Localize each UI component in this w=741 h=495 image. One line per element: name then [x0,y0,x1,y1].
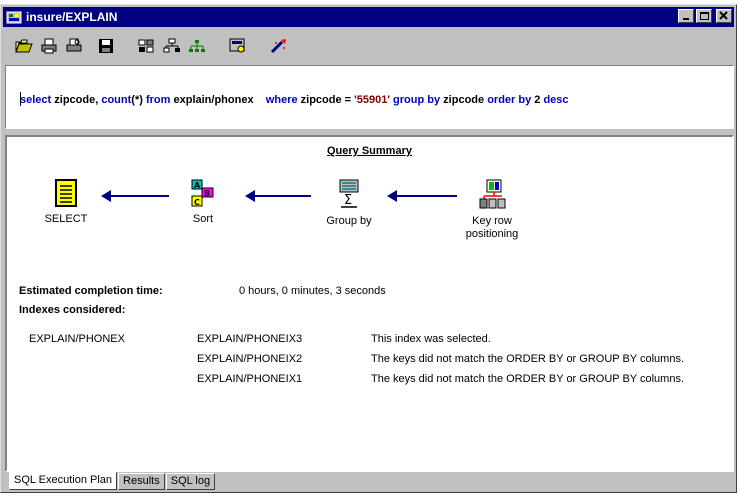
tab-results[interactable]: Results [118,473,165,490]
document-icon [55,179,77,207]
sql-identifier: (*) [131,94,143,106]
table-name: EXPLAIN/PHONEX [29,333,125,345]
sum-icon: Σ [339,179,359,208]
sql-keyword: order by [487,94,532,106]
sql-identifier: zipcode = [300,94,352,106]
sql-identifier: zipcode [443,94,485,106]
index-name: EXPLAIN/PHONEIX1 [197,373,303,385]
hierarchy-button[interactable] [161,35,183,57]
tab-sql-log[interactable]: SQL log [165,473,216,490]
query-summary-title: Query Summary [327,145,412,157]
app-window: insure/EXPLAIN select zipcode, count(*) … [0,4,737,493]
plan-node-label: Key row positioning [455,215,529,241]
settings-button[interactable] [227,35,249,57]
sql-keyword: from [145,94,171,106]
index-name: EXPLAIN/PHONEIX3 [197,333,303,345]
plan-node-label-line: Key row [472,215,512,227]
index-note: The keys did not match the ORDER BY or G… [371,353,685,365]
window-title: insure/EXPLAIN [26,10,118,24]
tree-icon [189,40,205,52]
save-icon [99,39,113,53]
print-preview-icon [66,38,82,52]
title-bar[interactable]: insure/EXPLAIN [3,7,734,27]
tab-sql-execution-plan[interactable]: SQL Execution Plan [9,472,118,490]
execution-plan-panel: Query Summary SELECT A B C Sort Σ Group … [5,135,734,472]
completion-time-label: Estimated completion time: [19,285,163,297]
sql-keyword: select [20,94,52,106]
sql-identifier: zipcode, [54,94,99,106]
plan-node-label: Group by [326,215,372,227]
index-button[interactable] [136,35,158,57]
indexes-considered-label: Indexes considered: [19,304,126,316]
sort-icon: A B C [191,179,214,207]
index-tree-icon [479,179,506,209]
run-button[interactable] [268,35,290,57]
sql-keyword: count [101,94,132,106]
svg-text:Σ: Σ [344,193,352,208]
plan-node-label: Sort [192,213,214,225]
toolbar [3,30,734,62]
sql-keyword: desc [543,94,569,106]
sql-string: '55901' [354,94,390,106]
index-note: This index was selected. [371,333,491,345]
close-button[interactable] [716,9,732,23]
bottom-tab-strip: SQL Execution Plan Results SQL log [9,472,216,491]
svg-text:A: A [194,181,201,190]
print-icon [41,38,57,54]
index-note: The keys did not match the ORDER BY or G… [371,373,685,385]
app-icon [6,11,22,24]
plan-node-sort[interactable]: A B C Sort [183,179,223,226]
flow-arrow [101,190,169,202]
open-folder-icon [15,39,33,53]
sql-statement: select zipcode, count(*) from explain/ph… [20,94,569,106]
plan-node-key-row-positioning[interactable]: Key row positioning [455,179,529,241]
plan-node-select[interactable]: SELECT [41,179,91,226]
sql-keyword: group by [393,94,441,106]
run-icon [270,39,286,54]
plan-node-label-line: positioning [465,228,519,240]
svg-text:C: C [194,198,200,207]
print-button[interactable] [38,35,60,57]
save-button[interactable] [95,35,117,57]
open-button[interactable] [13,35,35,57]
print-preview-button[interactable] [63,35,85,57]
minimize-button[interactable] [678,9,694,23]
index-icon [138,39,154,53]
hierarchy-icon [163,38,180,53]
sql-identifier: 2 [534,94,541,106]
completion-time-value: 0 hours, 0 minutes, 3 seconds [239,285,386,297]
sql-keyword: where [265,94,298,106]
svg-text:B: B [204,189,210,198]
plan-node-group-by[interactable]: Σ Group by [321,179,377,228]
sql-editor[interactable]: select zipcode, count(*) from explain/ph… [5,65,734,129]
index-name: EXPLAIN/PHONEIX2 [197,353,303,365]
sql-identifier: explain/phonex [173,94,254,106]
flow-arrow [245,190,311,202]
maximize-button[interactable] [696,9,712,23]
plan-node-label: SELECT [44,213,88,225]
tree-button[interactable] [186,35,208,57]
settings-icon [229,38,245,53]
flow-arrow [387,190,457,202]
